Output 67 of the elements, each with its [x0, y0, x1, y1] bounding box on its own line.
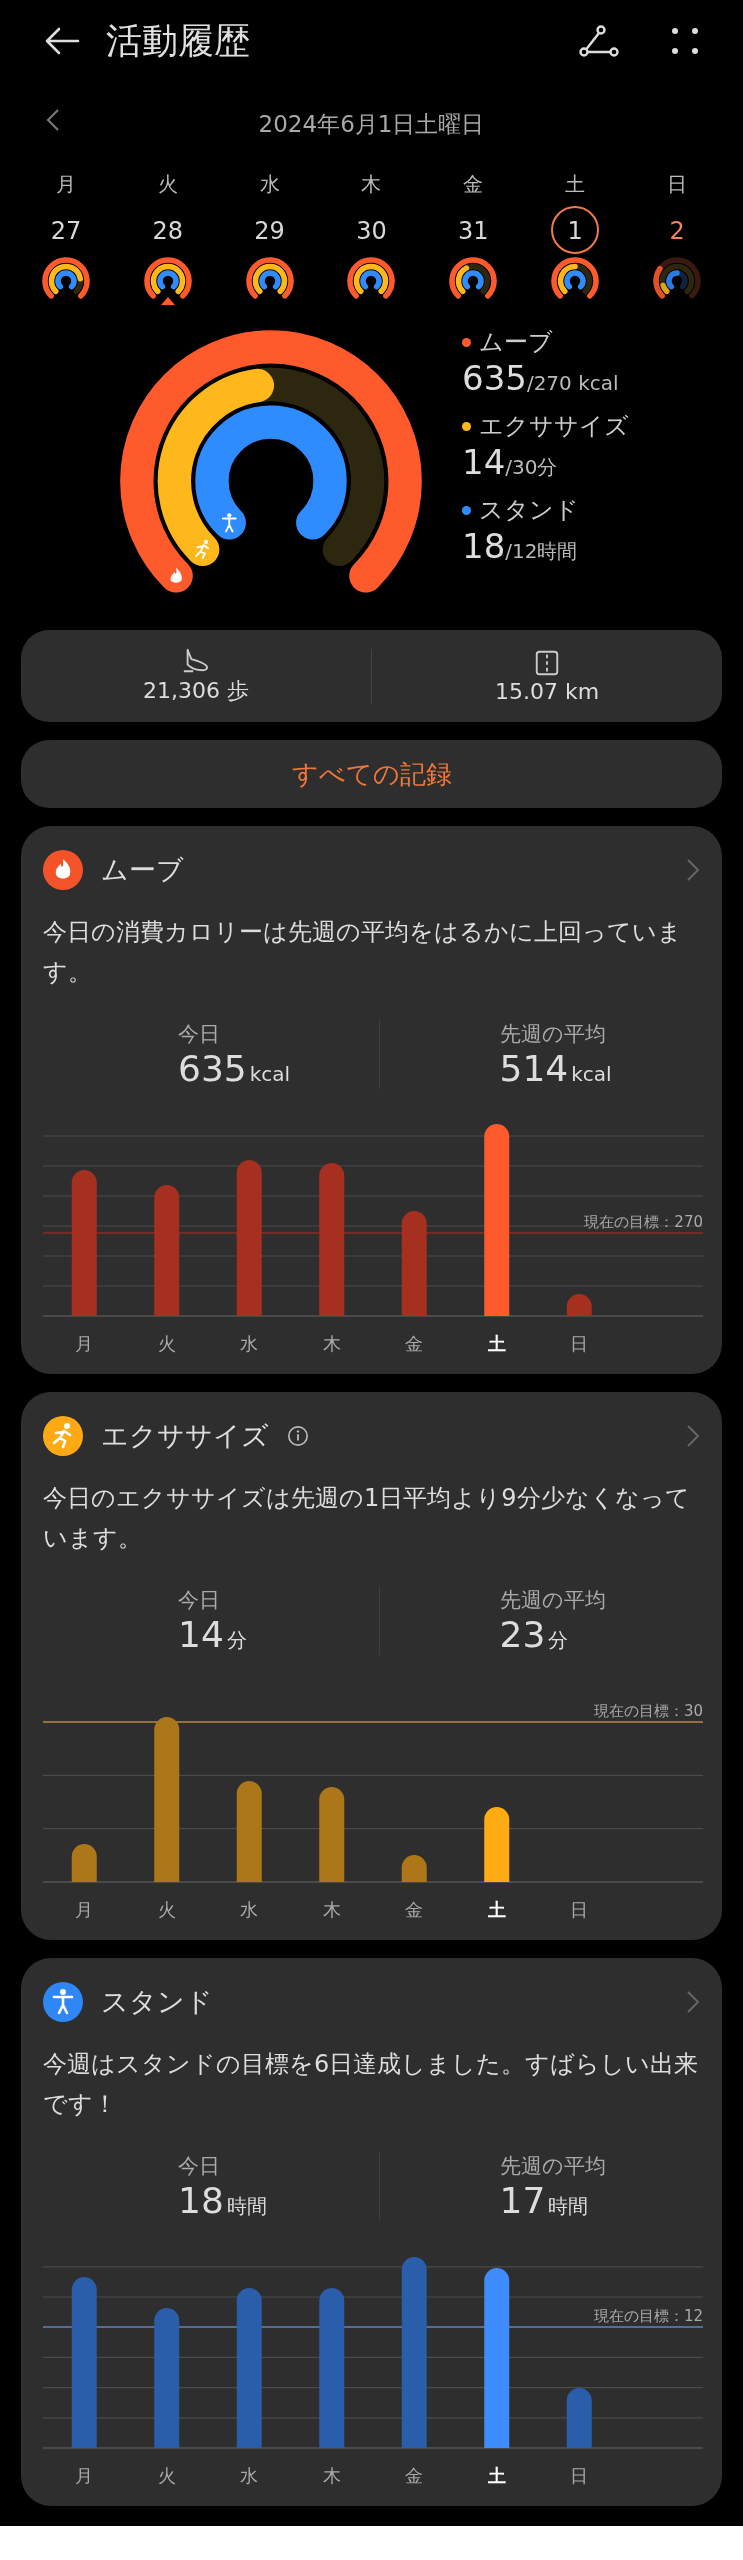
weekday-label: 水	[259, 171, 280, 198]
day-axis-label: 木	[321, 1332, 342, 1356]
goal-label: 現在の目標：270	[584, 1213, 703, 1231]
average-label: 先週の平均	[499, 2153, 607, 2180]
card-title: スタンド	[101, 1985, 213, 2019]
card-message: 今日の消費カロリーは先週の平均をはるかに上回っています。	[43, 917, 683, 988]
legend-label: スタンド	[479, 495, 579, 526]
day-axis-label: 月	[74, 2464, 95, 2488]
day-number[interactable]: 31	[449, 206, 498, 254]
goal-reading: 14/30分	[462, 442, 559, 482]
day-axis-label: 土	[486, 2464, 507, 2488]
stat-value: 21,306 歩	[143, 677, 249, 705]
day-axis-label: 月	[74, 1898, 95, 1922]
stat-value: 15.07 km	[494, 678, 600, 704]
card-title: ムーブ	[101, 853, 184, 887]
day-axis-label: 金	[404, 1332, 425, 1356]
legend-label: エクササイズ	[479, 411, 629, 442]
day-axis-label: 日	[569, 2464, 590, 2488]
average-label: 先週の平均	[499, 1021, 607, 1048]
all-records-button[interactable]: すべての記録	[21, 740, 722, 808]
day-axis-label: 水	[239, 1332, 260, 1356]
weekday-label: 日	[667, 171, 688, 198]
card-title: エクササイズ	[101, 1419, 269, 1453]
weekday-label: 金	[463, 171, 484, 198]
date-label: 2024年6月1日土曜日	[258, 109, 485, 139]
goal-label: 現在の目標：12	[593, 2307, 703, 2325]
weekday-label: 月	[55, 171, 76, 198]
average-value: 17 時間	[499, 2180, 590, 2221]
today-label: 今日	[178, 2153, 221, 2180]
day-axis-label: 木	[321, 2464, 342, 2488]
day-axis-label: 水	[239, 2464, 260, 2488]
today-value: 18 時間	[178, 2180, 268, 2221]
weekday-label: 火	[157, 171, 178, 198]
day-axis-label: 木	[321, 1898, 342, 1922]
day-number[interactable]: 29	[245, 206, 294, 254]
day-number[interactable]: 1	[551, 206, 600, 254]
today-value: 14 分	[178, 1614, 248, 1655]
day-axis-label: 金	[404, 1898, 425, 1922]
weekday-label: 木	[361, 171, 382, 198]
today-label: 今日	[178, 1021, 221, 1048]
day-number[interactable]: 28	[143, 206, 192, 254]
goal-label: 現在の目標：30	[593, 1702, 703, 1720]
day-number[interactable]: 30	[347, 206, 396, 254]
goal-reading: 635/270 kcal	[462, 358, 620, 398]
day-number[interactable]: 27	[41, 206, 90, 254]
average-value: 514 kcal	[499, 1048, 613, 1089]
card-message: 今日のエクササイズは先週の1日平均より9分少なくなっています。	[43, 1483, 691, 1554]
average-label: 先週の平均	[499, 1587, 607, 1614]
day-axis-label: 火	[156, 1898, 177, 1922]
day-axis-label: 金	[404, 2464, 425, 2488]
day-axis-label: 水	[239, 1898, 260, 1922]
day-number[interactable]: 2	[653, 206, 702, 254]
day-axis-label: 火	[156, 1332, 177, 1356]
page-title: 活動履歴	[106, 18, 251, 63]
card-message: 今週はスタンドの目標を6日達成しました。すばらしい出来です！	[43, 2049, 700, 2120]
day-axis-label: 土	[486, 1898, 507, 1922]
day-axis-label: 月	[74, 1332, 95, 1356]
legend-label: ムーブ	[479, 327, 553, 358]
day-axis-label: 日	[569, 1898, 590, 1922]
weekday-label: 土	[565, 171, 586, 198]
goal-reading: 18/12時間	[462, 526, 579, 566]
today-value: 635 kcal	[178, 1048, 292, 1089]
day-axis-label: 火	[156, 2464, 177, 2488]
today-label: 今日	[178, 1587, 221, 1614]
day-axis-label: 土	[486, 1332, 507, 1356]
day-axis-label: 日	[569, 1332, 590, 1356]
average-value: 23 分	[499, 1614, 570, 1655]
